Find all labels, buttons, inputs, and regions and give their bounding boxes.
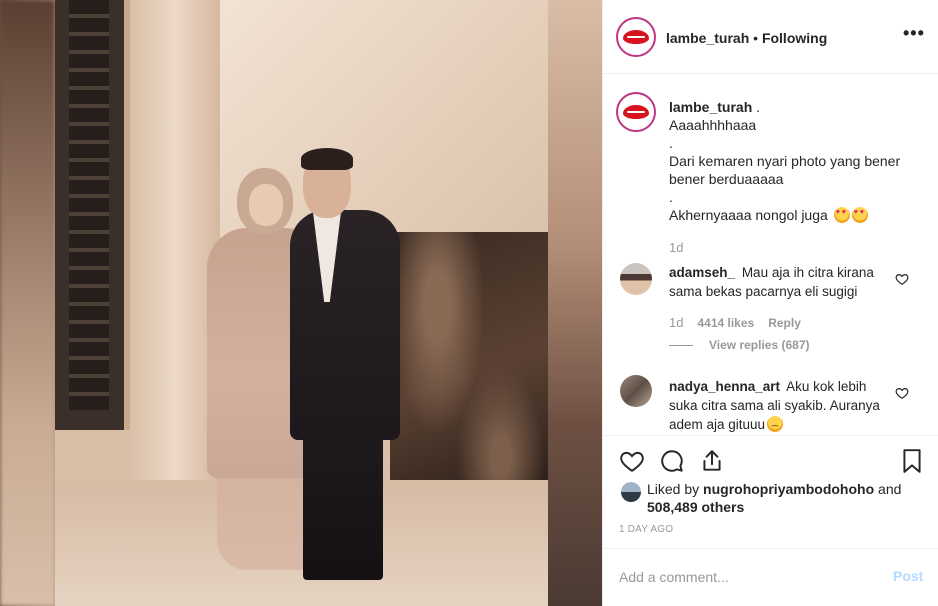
commenter-avatar[interactable] xyxy=(620,263,652,295)
lips-logo-icon xyxy=(623,30,649,44)
photo-window xyxy=(55,0,130,430)
photo-blur-left xyxy=(0,0,55,606)
comment: adamseh_ Mau aja ih citra kirana sama be… xyxy=(669,263,889,301)
likes-conjunction: and xyxy=(878,481,902,497)
comments-list[interactable]: lambe_turah . Aaaahhhhaaa . Dari kemaren… xyxy=(603,75,938,435)
bookmark-icon[interactable] xyxy=(899,448,925,474)
liked-by-label: Liked by xyxy=(647,481,700,497)
post-timestamp[interactable]: 1 DAY AGO xyxy=(619,524,673,535)
header-separator: • xyxy=(753,30,759,46)
post-photo[interactable] xyxy=(55,0,548,606)
caption-username-link[interactable]: lambe_turah xyxy=(669,99,752,115)
author-username-link[interactable]: lambe_turah xyxy=(666,30,749,46)
post-header: lambe_turah • Following ••• xyxy=(603,0,938,74)
caption-text: . xyxy=(669,135,673,151)
photo-blur-right xyxy=(548,0,602,606)
speech-bubble-icon[interactable] xyxy=(659,448,685,474)
header-user-line: lambe_turah • Following xyxy=(666,30,827,46)
caption-text: . xyxy=(669,189,673,205)
commenter-username-link[interactable]: nadya_henna_art xyxy=(669,379,780,394)
heart-eyes-emoji-icon xyxy=(851,207,868,223)
caption-text: Dari kemaren nyari photo yang bener xyxy=(669,153,901,169)
post-side-panel: lambe_turah • Following ••• lambe_turah … xyxy=(602,0,938,606)
post-actions-bar xyxy=(603,435,938,483)
comment-timestamp[interactable]: 1d xyxy=(669,315,683,330)
lips-logo-icon xyxy=(623,105,649,119)
post-comment-button[interactable]: Post xyxy=(893,568,923,584)
post-caption: lambe_turah . Aaaahhhhaaa . Dari kemaren… xyxy=(669,98,919,224)
add-comment-section: Post xyxy=(603,548,938,606)
caption-timestamp[interactable]: 1d xyxy=(669,240,683,255)
photo-man-hair xyxy=(301,148,353,170)
likes-others-link[interactable]: 508,489 others xyxy=(647,499,744,515)
view-replies-button[interactable]: View replies (687) xyxy=(669,338,810,352)
post-photo-area[interactable] xyxy=(0,0,602,606)
caption-text: . xyxy=(756,99,761,115)
caption-text: Akhernyaaaa nongol juga xyxy=(669,207,828,223)
heart-eyes-emoji-icon xyxy=(833,207,850,223)
share-upload-icon[interactable] xyxy=(699,448,725,474)
comment-like-heart-icon[interactable] xyxy=(895,386,909,400)
liker-avatar[interactable] xyxy=(621,482,641,502)
caption-last-line: Akhernyaaaa nongol juga xyxy=(669,206,919,224)
disappointed-emoji-icon xyxy=(767,416,784,432)
caption-line: lambe_turah . xyxy=(669,98,919,116)
commenter-username-link[interactable]: adamseh_ xyxy=(669,265,735,280)
likes-text: Liked by nugrohopriyambodohoho and 508,4… xyxy=(647,480,927,516)
liker-username-link[interactable]: nugrohopriyambodohoho xyxy=(703,481,874,497)
photo-woman-face xyxy=(249,184,283,226)
reply-button[interactable]: Reply xyxy=(768,316,801,330)
commenter-avatar[interactable] xyxy=(620,375,652,407)
heart-outline-icon[interactable] xyxy=(619,448,645,474)
comment: nadya_henna_art Aku kok lebih suka citra… xyxy=(669,377,889,434)
comment-like-heart-icon[interactable] xyxy=(895,272,909,286)
caption-text: bener berduaaaaa xyxy=(669,171,784,187)
following-button[interactable]: Following xyxy=(762,30,827,46)
more-options-icon[interactable]: ••• xyxy=(903,24,924,44)
caption-author-avatar[interactable] xyxy=(616,92,656,132)
comment-meta: 1d 4414 likes Reply xyxy=(669,315,801,330)
author-avatar[interactable] xyxy=(616,17,656,57)
photo-man-legs xyxy=(303,430,383,580)
comment-likes-count[interactable]: 4414 likes xyxy=(697,316,754,330)
photo-man-suit xyxy=(290,210,400,440)
caption-text: Aaaahhhhaaa xyxy=(669,117,757,133)
add-comment-input[interactable] xyxy=(619,567,879,587)
